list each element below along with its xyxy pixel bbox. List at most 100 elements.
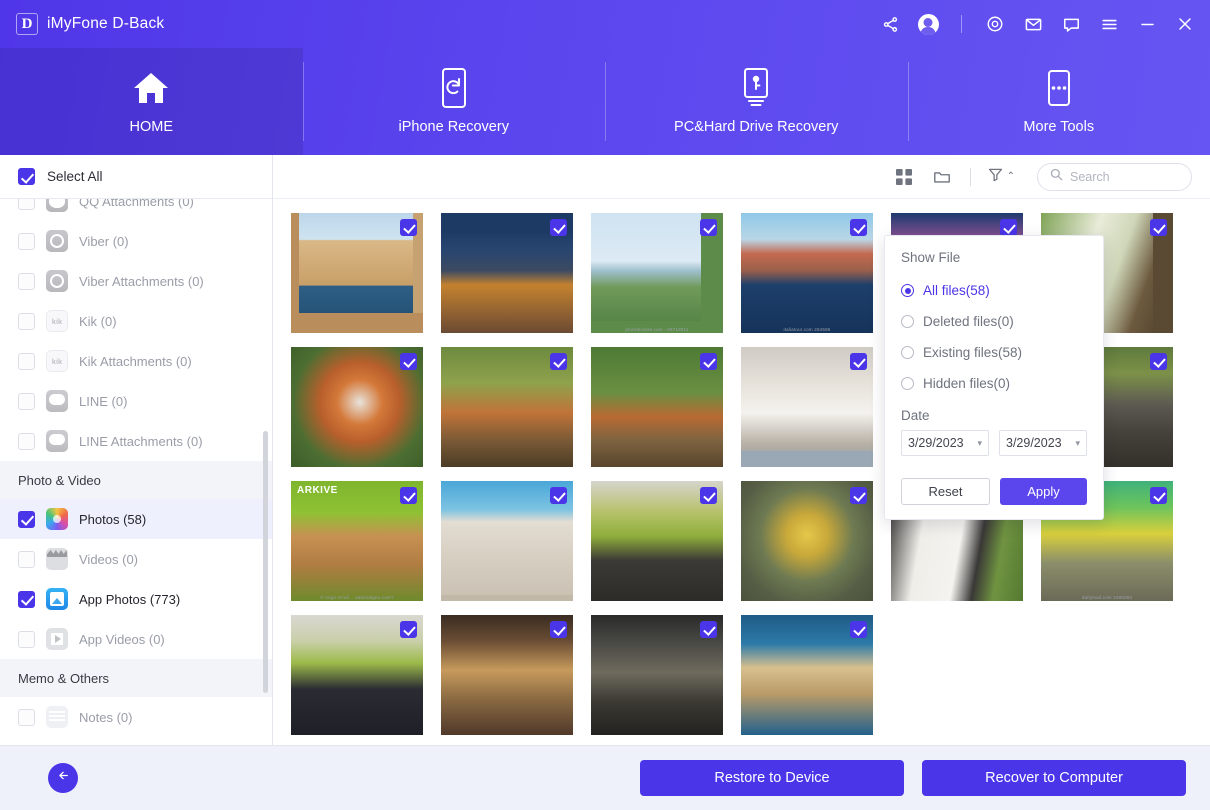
thumbnail-select-checkbox[interactable]: [1150, 487, 1167, 504]
filter-option-radio[interactable]: [901, 284, 914, 297]
sidebar-item[interactable]: kik Kik Attachments (0): [0, 341, 272, 381]
share-icon[interactable]: [879, 13, 901, 35]
thumbnail-select-checkbox[interactable]: [400, 219, 417, 236]
photo-thumbnail[interactable]: [291, 213, 423, 333]
sidebar-item-checkbox[interactable]: [18, 550, 35, 568]
filter-reset-button[interactable]: Reset: [901, 478, 990, 505]
photo-thumbnail[interactable]: [741, 347, 873, 467]
photo-thumbnail[interactable]: [441, 213, 573, 333]
photo-thumbnail[interactable]: [591, 481, 723, 601]
thumbnail-select-checkbox[interactable]: [850, 353, 867, 370]
thumbnail-select-checkbox[interactable]: [700, 621, 717, 638]
sidebar-item-label: Kik (0): [79, 313, 117, 329]
close-icon[interactable]: [1174, 13, 1196, 35]
recover-to-computer-button[interactable]: Recover to Computer: [922, 760, 1186, 796]
thumbnail-select-checkbox[interactable]: [850, 219, 867, 236]
thumbnail-select-checkbox[interactable]: [700, 219, 717, 236]
sidebar-item[interactable]: LINE (0): [0, 381, 272, 421]
photo-thumbnail[interactable]: [441, 347, 573, 467]
select-all-checkbox[interactable]: [18, 168, 35, 185]
thumbnail-select-checkbox[interactable]: [400, 621, 417, 638]
photo-thumbnail[interactable]: [591, 615, 723, 735]
thumbnail-select-checkbox[interactable]: [400, 487, 417, 504]
photo-thumbnail[interactable]: italiatour.com 284586: [741, 213, 873, 333]
sidebar-item-checkbox[interactable]: [18, 312, 35, 330]
sidebar-item-checkbox[interactable]: [18, 708, 35, 726]
photo-thumbnail[interactable]: ARKIVE © Inigo Arrufi... nationalgeo.com?: [291, 481, 423, 601]
thumbnail-select-checkbox[interactable]: [700, 353, 717, 370]
search-input[interactable]: [1070, 169, 1179, 184]
nav-tab-pc-hard-drive-recovery[interactable]: PC&Hard Drive Recovery: [605, 48, 908, 155]
sidebar-item-checkbox[interactable]: [18, 232, 35, 250]
sidebar-item[interactable]: Notes (0): [0, 697, 272, 737]
nav-tab-home[interactable]: HOME: [0, 48, 303, 155]
photo-thumbnail[interactable]: [591, 347, 723, 467]
photos-icon: [46, 508, 68, 530]
filter-date-from[interactable]: 3/29/2023 ▾: [901, 430, 989, 456]
thumbnail-select-checkbox[interactable]: [550, 219, 567, 236]
filter-option-radio[interactable]: [901, 346, 914, 359]
photo-thumbnail[interactable]: [741, 481, 873, 601]
sidebar-item-checkbox[interactable]: [18, 199, 35, 210]
sidebar-item-checkbox[interactable]: [18, 630, 35, 648]
sidebar-scrollbar[interactable]: [263, 431, 268, 693]
photo-thumbnail[interactable]: [441, 481, 573, 601]
thumbnail-select-checkbox[interactable]: [700, 487, 717, 504]
account-avatar-icon[interactable]: [917, 13, 939, 35]
menu-icon[interactable]: [1098, 13, 1120, 35]
thumbnail-select-checkbox[interactable]: [400, 353, 417, 370]
thumbnail-select-checkbox[interactable]: [1000, 219, 1017, 236]
select-all-row[interactable]: Select All: [0, 155, 272, 199]
photo-thumbnail[interactable]: [741, 615, 873, 735]
sidebar-item-checkbox[interactable]: [18, 590, 35, 608]
sidebar-item-label: Viber (0): [79, 233, 129, 249]
restore-to-device-button[interactable]: Restore to Device: [640, 760, 904, 796]
filter-button[interactable]: ⌃: [987, 166, 1015, 188]
sidebar-item[interactable]: LINE Attachments (0): [0, 421, 272, 461]
filter-option[interactable]: All files(58): [901, 275, 1087, 306]
sidebar-item[interactable]: kik Kik (0): [0, 301, 272, 341]
sidebar-item[interactable]: QQ Attachments (0): [0, 199, 272, 221]
minimize-icon[interactable]: [1136, 13, 1158, 35]
mail-icon[interactable]: [1022, 13, 1044, 35]
filter-option[interactable]: Existing files(58): [901, 337, 1087, 368]
record-target-icon[interactable]: [984, 13, 1006, 35]
filter-option[interactable]: Deleted files(0): [901, 306, 1087, 337]
filter-date-to[interactable]: 3/29/2023 ▾: [999, 430, 1087, 456]
sidebar-item[interactable]: App Photos (773): [0, 579, 272, 619]
thumbnail-select-checkbox[interactable]: [550, 353, 567, 370]
sidebar-item-checkbox[interactable]: [18, 352, 35, 370]
thumbnail-select-checkbox[interactable]: [1150, 353, 1167, 370]
sidebar-item[interactable]: App Videos (0): [0, 619, 272, 659]
filter-option[interactable]: Hidden files(0): [901, 368, 1087, 399]
sidebar-item[interactable]: Videos (0): [0, 539, 272, 579]
thumbnail-select-checkbox[interactable]: [1150, 219, 1167, 236]
photo-thumbnail[interactable]: [291, 347, 423, 467]
sidebar-item-checkbox[interactable]: [18, 432, 35, 450]
filter-date-label: Date: [901, 408, 930, 423]
filter-option-radio[interactable]: [901, 315, 914, 328]
sidebar-item[interactable]: Viber Attachments (0): [0, 261, 272, 301]
thumbnail-select-checkbox[interactable]: [550, 621, 567, 638]
photo-thumbnail[interactable]: [291, 615, 423, 735]
sidebar-item-checkbox[interactable]: [18, 392, 35, 410]
photo-thumbnail[interactable]: [441, 615, 573, 735]
folder-view-icon[interactable]: [930, 165, 954, 189]
back-button[interactable]: [48, 763, 78, 793]
chat-icon[interactable]: [1060, 13, 1082, 35]
filter-option-radio[interactable]: [901, 377, 914, 390]
search-box[interactable]: [1037, 162, 1192, 191]
application-window: D iMyFone D-Back HOME iPhone Recovery PC…: [0, 0, 1210, 810]
nav-tab-iphone-recovery[interactable]: iPhone Recovery: [302, 48, 606, 155]
thumbnail-select-checkbox[interactable]: [550, 487, 567, 504]
sidebar-item[interactable]: Viber (0): [0, 221, 272, 261]
sidebar-item[interactable]: Photos (58): [0, 499, 272, 539]
filter-apply-button[interactable]: Apply: [1000, 478, 1087, 505]
photo-thumbnail[interactable]: photobucket.com - 05719011: [591, 213, 723, 333]
sidebar-item-checkbox[interactable]: [18, 272, 35, 290]
thumbnail-select-checkbox[interactable]: [850, 487, 867, 504]
grid-view-icon[interactable]: [892, 165, 916, 189]
thumbnail-select-checkbox[interactable]: [850, 621, 867, 638]
nav-tab-more-tools[interactable]: More Tools: [907, 48, 1210, 155]
sidebar-item-checkbox[interactable]: [18, 510, 35, 528]
